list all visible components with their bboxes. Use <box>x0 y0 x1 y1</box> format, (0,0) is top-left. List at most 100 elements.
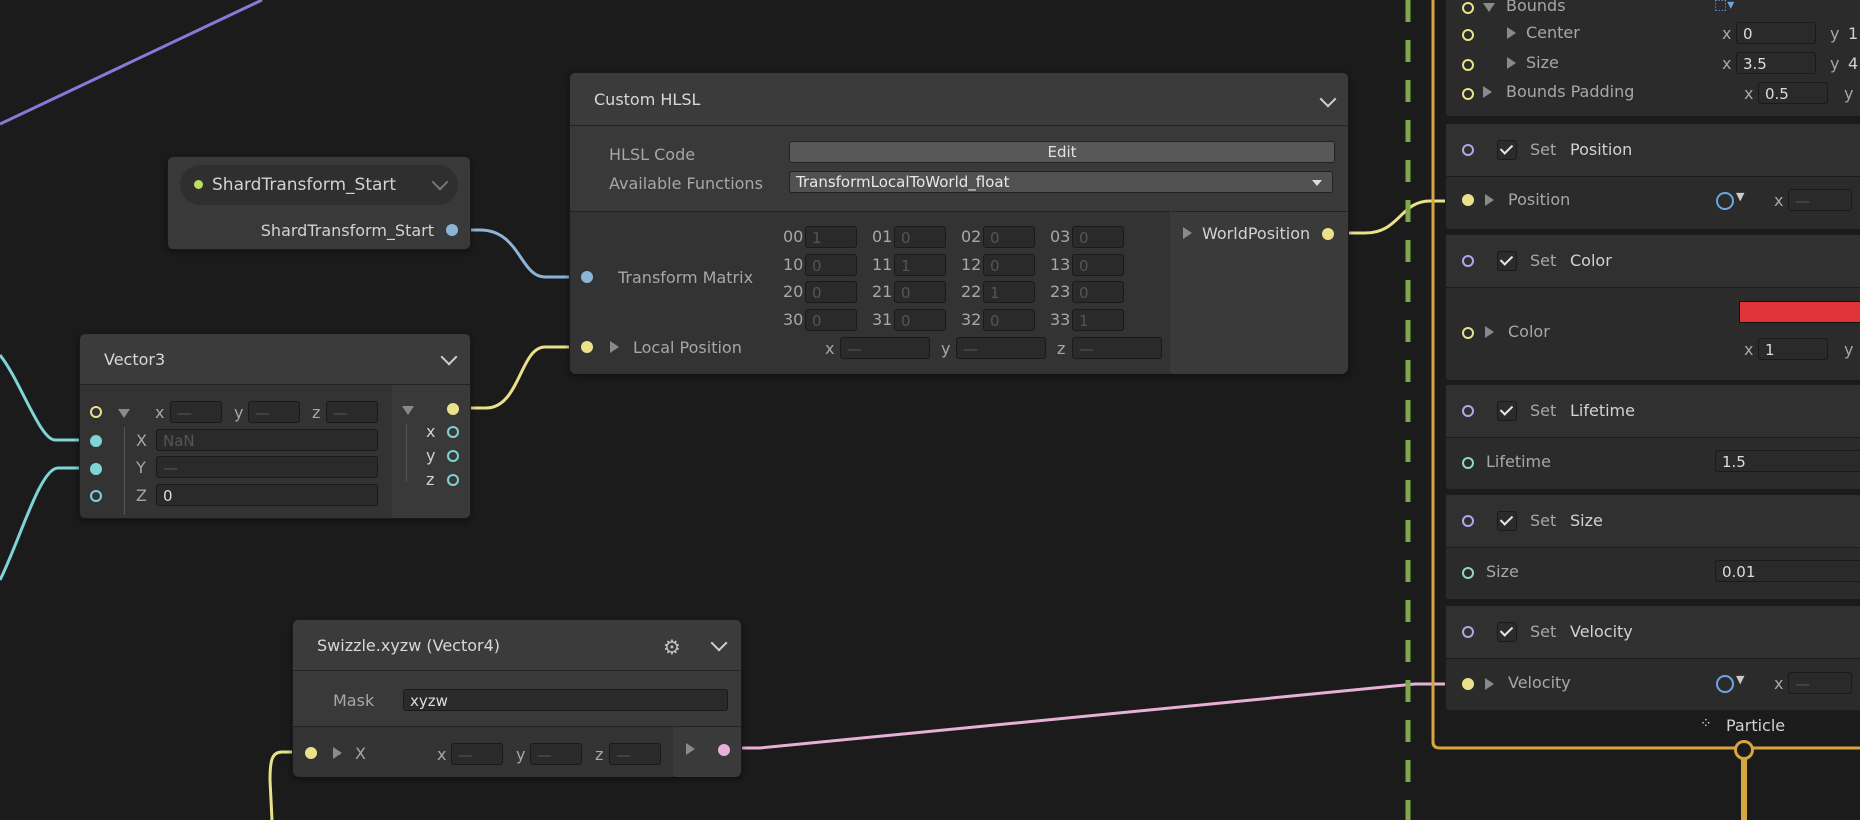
matrix-cell-field[interactable]: 0 <box>894 281 946 303</box>
matrix-cell-field[interactable]: 0 <box>805 281 857 303</box>
flow-output-port[interactable] <box>1734 740 1754 760</box>
expand-triangle-icon[interactable] <box>1485 678 1494 690</box>
set-size-block[interactable]: Set Size Size 0.01 <box>1445 494 1860 600</box>
vector3-X-port[interactable] <box>90 435 102 447</box>
vector3-X-field[interactable]: NaN <box>156 429 378 451</box>
expand-triangle-icon[interactable] <box>1507 57 1516 69</box>
output-expand-triangle-icon[interactable] <box>402 406 414 415</box>
shard-output-port[interactable] <box>446 224 458 236</box>
color-swatch[interactable] <box>1739 301 1860 323</box>
vector3-Z-field[interactable]: 0 <box>156 484 378 506</box>
bounds-port[interactable] <box>1462 2 1474 14</box>
custom-hlsl-node[interactable]: Custom HLSL HLSL Code Edit Available Fun… <box>569 72 1349 374</box>
world-position-port[interactable] <box>1322 228 1334 240</box>
set-lifetime-checkbox[interactable] <box>1497 401 1517 421</box>
velocity-x-field[interactable]: — <box>1788 672 1852 694</box>
vector3-Y-port[interactable] <box>90 463 102 475</box>
vector3-y-field[interactable]: — <box>248 401 300 423</box>
local-position-y-field[interactable]: — <box>956 337 1046 359</box>
set-velocity-header[interactable]: Set Velocity <box>1446 606 1860 659</box>
swizzle-y-field[interactable]: — <box>530 743 582 765</box>
expand-triangle-icon[interactable] <box>686 743 695 755</box>
vector3-input-port[interactable] <box>90 406 102 418</box>
expand-triangle-icon[interactable] <box>1485 326 1494 338</box>
chevron-down-icon[interactable]: ▼ <box>1736 673 1744 686</box>
size-field[interactable]: 0.01 <box>1715 560 1860 582</box>
set-position-activation-port[interactable] <box>1462 144 1474 156</box>
lifetime-field[interactable]: 1.5 <box>1715 450 1860 472</box>
local-position-z-field[interactable]: — <box>1072 337 1162 359</box>
set-position-header[interactable]: Set Position <box>1446 124 1860 177</box>
available-functions-dropdown[interactable]: TransformLocalToWorld_float <box>789 171 1333 193</box>
set-color-block[interactable]: Set Color Color x 1 y <box>1445 234 1860 381</box>
vector3-node[interactable]: Vector3 x — y — z — X NaN Y — Z 0 x y z <box>79 333 471 519</box>
matrix-cell-field[interactable]: 0 <box>894 226 946 248</box>
globe-icon[interactable] <box>1716 192 1734 210</box>
set-lifetime-header[interactable]: Set Lifetime <box>1446 385 1860 438</box>
set-position-block[interactable]: Set Position Position ▼ x — <box>1445 123 1860 230</box>
set-velocity-block[interactable]: Set Velocity Velocity ▼ x — <box>1445 605 1860 711</box>
position-x-field[interactable]: — <box>1788 189 1852 211</box>
local-position-port[interactable] <box>581 341 593 353</box>
chevron-down-icon[interactable]: ▼ <box>1736 190 1744 203</box>
size-input-port[interactable] <box>1462 567 1474 579</box>
matrix-cell-field[interactable]: 0 <box>983 309 1035 331</box>
vector3-Y-field[interactable]: — <box>156 456 378 478</box>
matrix-cell-field[interactable]: 0 <box>894 309 946 331</box>
set-position-checkbox[interactable] <box>1497 140 1517 160</box>
velocity-input-port[interactable] <box>1462 678 1474 690</box>
color-x-field[interactable]: 1 <box>1758 338 1828 360</box>
swizzle-output-port[interactable] <box>718 744 730 756</box>
bounds-padding-x-field[interactable]: 0.5 <box>1758 82 1828 104</box>
edit-hlsl-button[interactable]: Edit <box>789 141 1335 163</box>
vector3-x-field[interactable]: — <box>170 401 222 423</box>
swizzle-input-port[interactable] <box>305 747 317 759</box>
chevron-down-icon[interactable] <box>431 173 449 191</box>
center-port[interactable] <box>1462 29 1474 41</box>
matrix-cell-field[interactable]: 0 <box>805 254 857 276</box>
vector3-header[interactable]: Vector3 <box>80 334 470 385</box>
center-x-field[interactable]: 0 <box>1736 22 1816 44</box>
set-color-activation-port[interactable] <box>1462 255 1474 267</box>
expand-triangle-icon[interactable] <box>1483 86 1492 98</box>
set-size-header[interactable]: Set Size <box>1446 495 1860 548</box>
vector3-z-field[interactable]: — <box>326 401 378 423</box>
set-size-activation-port[interactable] <box>1462 515 1474 527</box>
bounds-block[interactable]: Bounds ⬚▾ Center x 0 y 1 Size x 3.5 y 4 … <box>1445 0 1860 117</box>
swizzle-node[interactable]: Swizzle.xyzw (Vector4) ⚙ Mask xyzw X x —… <box>292 619 742 777</box>
size-x-field[interactable]: 3.5 <box>1736 52 1816 74</box>
set-color-checkbox[interactable] <box>1497 251 1517 271</box>
matrix-cell-field[interactable]: 1 <box>983 281 1035 303</box>
set-lifetime-activation-port[interactable] <box>1462 405 1474 417</box>
expand-triangle-icon[interactable] <box>118 409 130 418</box>
expand-triangle-icon[interactable] <box>1507 27 1516 39</box>
expand-triangle-icon[interactable] <box>1485 194 1494 206</box>
expand-triangle-icon[interactable] <box>333 747 342 759</box>
matrix-cell-field[interactable]: 0 <box>983 254 1035 276</box>
shard-transform-node[interactable]: ShardTransform_Start ShardTransform_Star… <box>167 156 471 250</box>
set-size-checkbox[interactable] <box>1497 511 1517 531</box>
matrix-cell-field[interactable]: 0 <box>1072 254 1124 276</box>
matrix-cell-field[interactable]: 0 <box>1072 281 1124 303</box>
expand-triangle-icon[interactable] <box>610 341 619 353</box>
matrix-cell-field[interactable]: 1 <box>1072 309 1124 331</box>
bounds-mode-icon[interactable]: ⬚▾ <box>1714 0 1734 13</box>
color-input-port[interactable] <box>1462 327 1474 339</box>
vector3-out-z-port[interactable] <box>447 474 459 486</box>
set-velocity-checkbox[interactable] <box>1497 622 1517 642</box>
swizzle-z-field[interactable]: — <box>609 743 661 765</box>
size-port[interactable] <box>1462 59 1474 71</box>
swizzle-x-field[interactable]: — <box>451 743 503 765</box>
bounds-padding-port[interactable] <box>1462 88 1474 100</box>
expand-triangle-icon[interactable] <box>1183 227 1192 239</box>
matrix-cell-field[interactable]: 0 <box>805 309 857 331</box>
globe-icon[interactable] <box>1716 675 1734 693</box>
lifetime-input-port[interactable] <box>1462 457 1474 469</box>
hlsl-header[interactable]: Custom HLSL <box>570 73 1348 126</box>
vector3-out-x-port[interactable] <box>447 426 459 438</box>
local-position-x-field[interactable]: — <box>840 337 930 359</box>
matrix-cell-field[interactable]: 1 <box>805 226 857 248</box>
transform-matrix-port[interactable] <box>581 271 593 283</box>
vector3-output-port[interactable] <box>447 403 459 415</box>
set-lifetime-block[interactable]: Set Lifetime Lifetime 1.5 <box>1445 384 1860 490</box>
